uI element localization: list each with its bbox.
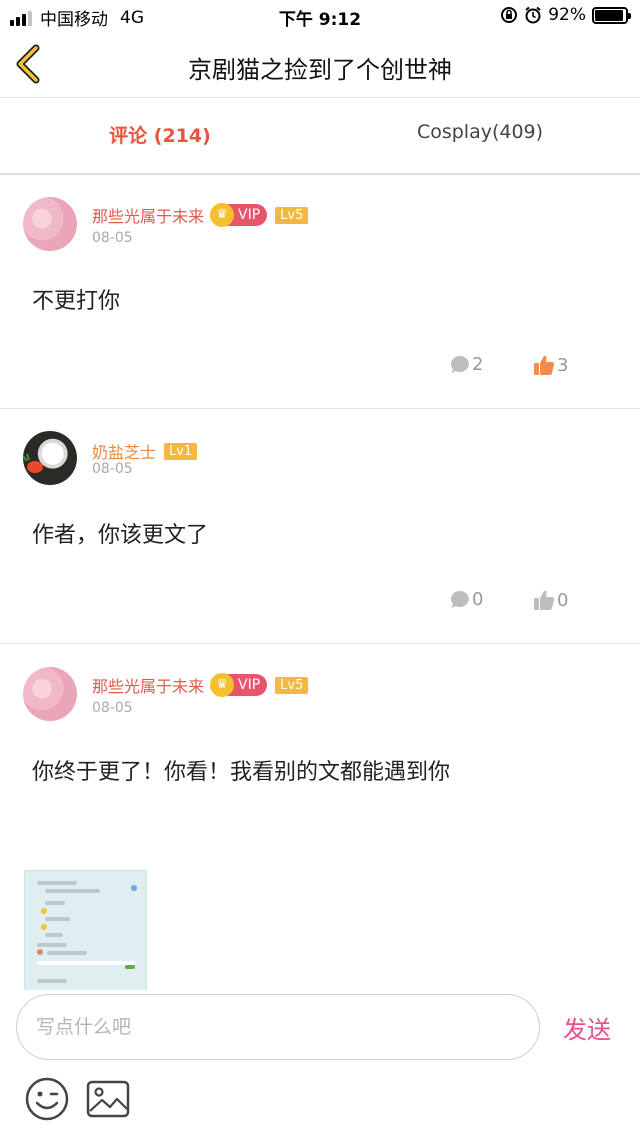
vip-label: VIP bbox=[238, 677, 261, 693]
vip-badge: ♛ VIP bbox=[210, 203, 268, 227]
like-count: 0 bbox=[557, 589, 569, 611]
comment-image-thumbnail[interactable] bbox=[24, 870, 147, 992]
comment-item: 奶盐芝士 Lv1 08-05 作者，你该更文了 0 0 bbox=[0, 409, 640, 644]
crown-icon: ♛ bbox=[210, 673, 235, 697]
vip-label: VIP bbox=[238, 207, 261, 223]
username[interactable]: 那些光属于未来 bbox=[92, 203, 204, 227]
comment-text: 不更打你 bbox=[32, 289, 121, 314]
tab-bar: 评论 (214) Cosplay(409) bbox=[0, 99, 640, 175]
comment-input-bar: 发送 bbox=[0, 990, 640, 1138]
thumb-up-icon bbox=[534, 590, 555, 610]
reply-button[interactable]: 0 bbox=[450, 589, 483, 610]
lock-rotation-icon bbox=[501, 7, 518, 23]
comment-date: 08-05 bbox=[92, 461, 133, 477]
battery-icon bbox=[592, 6, 631, 24]
status-right: 92% bbox=[500, 5, 631, 25]
comment-text: 作者，你该更文了 bbox=[32, 523, 209, 548]
comment-input[interactable] bbox=[16, 994, 540, 1060]
like-button[interactable]: 3 bbox=[533, 354, 568, 376]
thumb-up-icon bbox=[534, 355, 555, 375]
reply-button[interactable]: 2 bbox=[450, 354, 483, 375]
vip-badge: ♛ VIP bbox=[210, 673, 268, 697]
avatar[interactable] bbox=[23, 197, 77, 251]
comment-item: 那些光属于未来 ♛ VIP Lv5 08-05 不更打你 2 3 bbox=[0, 177, 640, 409]
like-button[interactable]: 0 bbox=[533, 589, 568, 611]
reply-bubble-icon bbox=[451, 590, 469, 608]
emoji-icon[interactable] bbox=[25, 1077, 69, 1121]
carrot-decoration bbox=[23, 453, 43, 473]
like-count: 3 bbox=[557, 354, 569, 376]
comment-text: 你终于更了！你看！我看别的文都能遇到你 bbox=[32, 760, 451, 785]
image-icon[interactable] bbox=[86, 1080, 130, 1118]
username[interactable]: 奶盐芝士 bbox=[92, 439, 156, 463]
send-button[interactable]: 发送 bbox=[563, 1010, 611, 1045]
reply-count: 2 bbox=[472, 354, 484, 375]
crown-icon: ♛ bbox=[210, 203, 235, 227]
avatar[interactable] bbox=[23, 667, 77, 721]
comment-date: 08-05 bbox=[92, 230, 133, 246]
level-badge: Lv5 bbox=[275, 676, 309, 694]
comment-date: 08-05 bbox=[92, 700, 133, 716]
user-line: 那些光属于未来 ♛ VIP Lv5 bbox=[92, 203, 309, 227]
level-badge: Lv5 bbox=[275, 206, 309, 224]
alarm-icon bbox=[525, 6, 541, 24]
page-title: 京剧猫之捡到了个创世神 bbox=[188, 56, 452, 84]
tab-comments[interactable]: 评论 (214) bbox=[0, 121, 320, 148]
avatar[interactable] bbox=[23, 431, 77, 485]
reply-bubble-icon bbox=[451, 355, 469, 373]
level-badge: Lv1 bbox=[164, 442, 198, 460]
reply-count: 0 bbox=[472, 589, 484, 610]
user-line: 那些光属于未来 ♛ VIP Lv5 bbox=[92, 673, 309, 697]
battery-percent: 92% bbox=[548, 5, 586, 25]
status-bar: 中国移动 4G 下午 9:12 92% bbox=[0, 0, 640, 34]
nav-bar: 京剧猫之捡到了个创世神 bbox=[0, 34, 640, 98]
tab-cosplay[interactable]: Cosplay(409) bbox=[320, 121, 640, 143]
user-line: 奶盐芝士 Lv1 bbox=[92, 439, 198, 463]
username[interactable]: 那些光属于未来 bbox=[92, 673, 204, 697]
